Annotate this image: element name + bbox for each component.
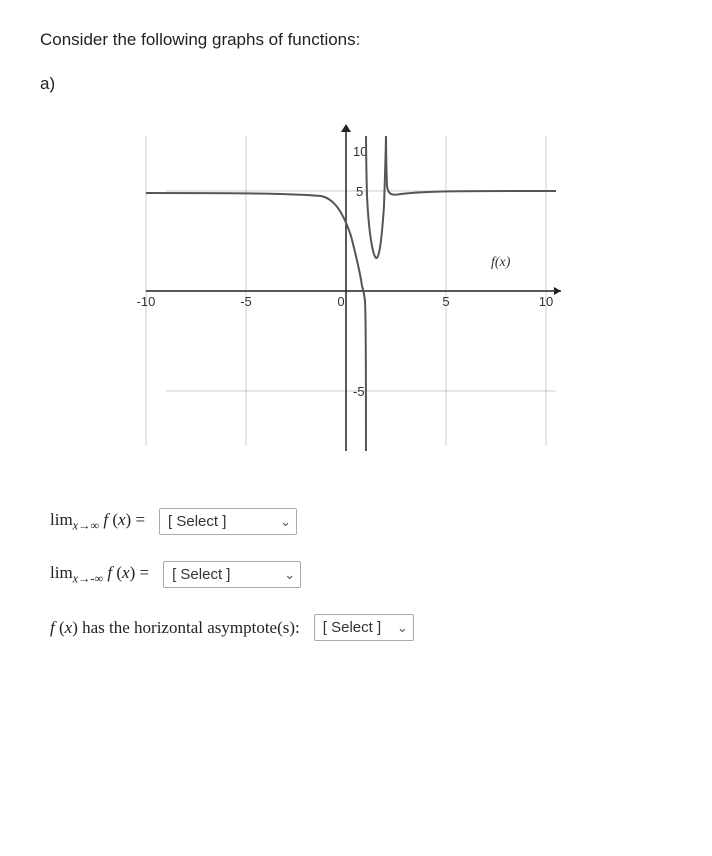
question-row-horiz-asymptote: f (x) has the horizontal asymptote(s): [… bbox=[50, 614, 672, 641]
svg-text:f(x): f(x) bbox=[491, 255, 511, 270]
horiz-asymptote-select-wrapper: [ Select ] y = 0 y = 1 y = 2 y = 3 y = 4… bbox=[314, 614, 414, 641]
horiz-asymptote-label: f (x) has the horizontal asymptote(s): bbox=[50, 618, 300, 638]
limit-neg-inf-select-wrapper: [ Select ] ∞ -∞ 0 1 2 3 4 5 Does Not Exi… bbox=[163, 561, 301, 588]
limit-pos-inf-label: limx→∞ f (x) = bbox=[50, 510, 145, 533]
limit-neg-inf-select[interactable]: [ Select ] ∞ -∞ 0 1 2 3 4 5 Does Not Exi… bbox=[163, 561, 301, 588]
graph-area: 0 -5 -10 5 10 5 -5 10 f(x) bbox=[136, 106, 576, 476]
questions-section: limx→∞ f (x) = [ Select ] ∞ -∞ 0 1 2 3 4… bbox=[40, 508, 672, 641]
horiz-asymptote-select[interactable]: [ Select ] y = 0 y = 1 y = 2 y = 3 y = 4… bbox=[314, 614, 414, 641]
svg-text:10: 10 bbox=[539, 294, 553, 309]
svg-text:-10: -10 bbox=[137, 294, 156, 309]
svg-text:0: 0 bbox=[337, 294, 344, 309]
function-graph: 0 -5 -10 5 10 5 -5 10 f(x) bbox=[136, 106, 576, 476]
limit-pos-inf-select-wrapper: [ Select ] ∞ -∞ 0 1 2 3 4 5 Does Not Exi… bbox=[159, 508, 297, 535]
svg-text:-5: -5 bbox=[240, 294, 252, 309]
svg-text:5: 5 bbox=[356, 184, 363, 199]
svg-text:5: 5 bbox=[442, 294, 449, 309]
question-row-limit-neg-inf: limx→-∞ f (x) = [ Select ] ∞ -∞ 0 1 2 3 … bbox=[50, 561, 672, 588]
page-title: Consider the following graphs of functio… bbox=[40, 30, 672, 50]
section-label: a) bbox=[40, 74, 672, 94]
svg-text:-5: -5 bbox=[353, 384, 365, 399]
question-row-limit-pos-inf: limx→∞ f (x) = [ Select ] ∞ -∞ 0 1 2 3 4… bbox=[50, 508, 672, 535]
limit-pos-inf-select[interactable]: [ Select ] ∞ -∞ 0 1 2 3 4 5 Does Not Exi… bbox=[159, 508, 297, 535]
limit-neg-inf-label: limx→-∞ f (x) = bbox=[50, 563, 149, 586]
